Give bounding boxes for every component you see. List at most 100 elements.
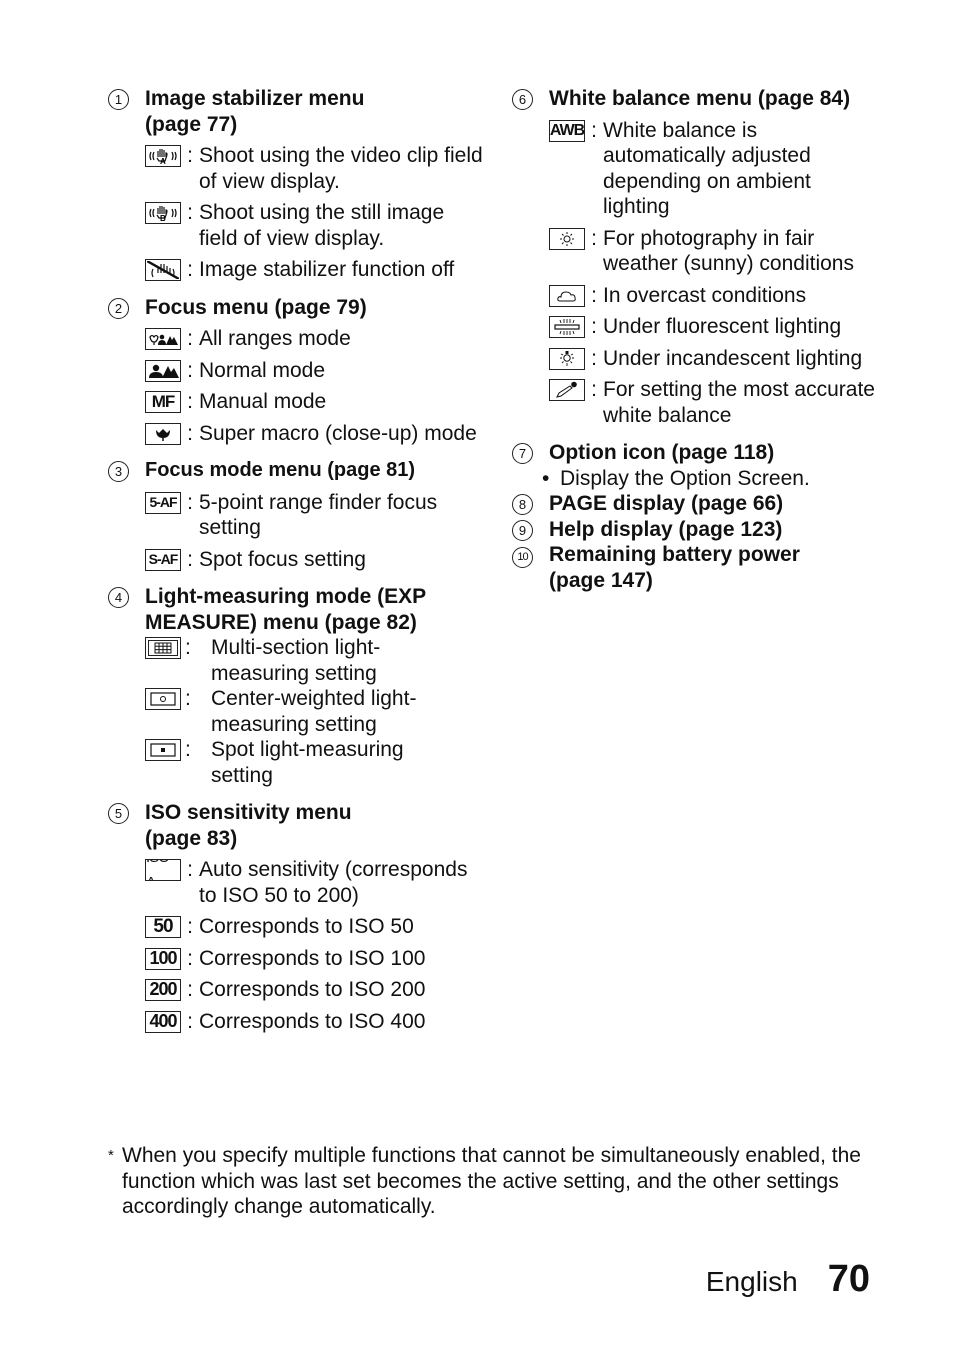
language-label: English bbox=[705, 1266, 798, 1297]
item-description: Corresponds to ISO 200 bbox=[199, 978, 426, 1001]
circled-number: 3 bbox=[108, 458, 145, 484]
list-item: : Normal mode bbox=[145, 358, 488, 384]
page-footer: English 70 bbox=[706, 1258, 870, 1301]
item-description: In overcast conditions bbox=[603, 283, 807, 307]
list-item: S-AF : Spot focus setting bbox=[145, 547, 488, 573]
circled-number: 6 bbox=[512, 86, 549, 112]
eyedropper-icon bbox=[549, 379, 585, 401]
section-title: Option icon (page 118) bbox=[549, 441, 775, 464]
section-battery-power: 10 Remaining battery power (page 147) bbox=[512, 542, 892, 593]
right-column: 6 White balance menu (page 84) AWB : Whi… bbox=[512, 86, 892, 593]
item-description: Corresponds to ISO 100 bbox=[199, 946, 426, 970]
list-item: A : Shoot using the video clip field of … bbox=[145, 143, 488, 194]
section-title: White balance menu (page 84) bbox=[549, 87, 851, 110]
circled-number: 4 bbox=[108, 584, 145, 610]
section-image-stabilizer: 1 Image stabilizer menu (page 77) A : Sh… bbox=[108, 86, 488, 283]
page-number: 70 bbox=[827, 1258, 870, 1300]
section-focus-mode-menu: 3 Focus mode menu (page 81) 5-AF : 5-poi… bbox=[108, 458, 488, 572]
manual-focus-icon: MF bbox=[145, 391, 181, 413]
all-ranges-icon bbox=[145, 328, 181, 350]
item-description: Auto sensitivity (corresponds to ISO 50 … bbox=[199, 858, 468, 907]
item-description: Image stabilizer function off bbox=[199, 258, 455, 281]
stabilizer-off-icon bbox=[145, 259, 181, 281]
super-macro-icon bbox=[145, 422, 181, 445]
list-item: : In overcast conditions bbox=[549, 283, 892, 309]
item-description: Spot light-measuring setting bbox=[211, 738, 404, 787]
item-description: For setting the most accurate white bala… bbox=[603, 378, 875, 427]
list-item: 200 : Corresponds to ISO 200 bbox=[145, 977, 488, 1003]
item-description: Corresponds to ISO 400 bbox=[199, 1009, 426, 1033]
section-focus-menu: 2 Focus menu (page 79) : All ranges mode… bbox=[108, 295, 488, 447]
iso-auto-icon: ISO-A bbox=[145, 859, 181, 881]
section-iso-sensitivity: 5 ISO sensitivity menu (page 83) ISO-A :… bbox=[108, 800, 488, 1034]
list-item: ISO-A : Auto sensitivity (corresponds to… bbox=[145, 857, 488, 908]
list-item: B : Shoot using the still image field of… bbox=[145, 200, 488, 251]
circled-number: 10 bbox=[512, 542, 549, 568]
section-title: ISO sensitivity menu (page 83) bbox=[145, 801, 352, 850]
circled-number: 1 bbox=[108, 86, 145, 112]
circled-number: 7 bbox=[512, 440, 549, 466]
awb-icon: AWB bbox=[549, 119, 585, 142]
item-description: Corresponds to ISO 50 bbox=[199, 915, 414, 938]
normal-mode-icon bbox=[145, 359, 181, 382]
bullet-item: • Display the Option Screen. bbox=[542, 466, 810, 490]
list-item: : Spot light-measuring setting bbox=[145, 737, 488, 788]
circled-number: 2 bbox=[108, 295, 145, 321]
list-item: : For photography in fair weather (sunny… bbox=[549, 226, 892, 277]
item-description: Normal mode bbox=[199, 358, 326, 382]
item-description: Shoot using the video clip field of view… bbox=[199, 144, 483, 193]
spot-metering-icon bbox=[145, 739, 181, 761]
list-item: 50 : Corresponds to ISO 50 bbox=[145, 914, 488, 940]
item-description: Multi-section light-measuring setting bbox=[211, 636, 381, 685]
iso-400-icon: 400 bbox=[145, 1010, 181, 1033]
list-item: : Under incandescent lighting bbox=[549, 346, 892, 372]
iso-200-icon: 200 bbox=[145, 979, 181, 1001]
item-description: All ranges mode bbox=[199, 327, 351, 350]
list-item: 400 : Corresponds to ISO 400 bbox=[145, 1009, 488, 1035]
list-item: : Under fluorescent lighting bbox=[549, 314, 892, 340]
section-title: PAGE display (page 66) bbox=[549, 492, 784, 515]
multi-section-metering-icon bbox=[145, 637, 181, 659]
list-item: MF : Manual mode bbox=[145, 389, 488, 415]
section-title: Remaining battery power (page 147) bbox=[549, 543, 800, 592]
list-item: : Image stabilizer function off bbox=[145, 257, 488, 283]
section-light-measuring: 4 Light-measuring mode (EXP MEASURE) men… bbox=[108, 584, 488, 788]
bullet-text: Display the Option Screen. bbox=[560, 466, 810, 490]
cloudy-icon bbox=[549, 284, 585, 307]
circled-number: 8 bbox=[512, 491, 549, 517]
section-page-display: 8 PAGE display (page 66) bbox=[512, 491, 892, 517]
footnote-marker: * bbox=[108, 1147, 114, 1164]
list-item: : For setting the most accurate white ba… bbox=[549, 377, 892, 428]
section-title: Help display (page 123) bbox=[549, 517, 783, 541]
sunny-icon bbox=[549, 227, 585, 250]
item-description: Under incandescent lighting bbox=[603, 346, 863, 370]
iso-50-icon: 50 bbox=[145, 916, 181, 938]
center-weighted-metering-icon bbox=[145, 688, 181, 710]
list-item: AWB : White balance is automatically adj… bbox=[549, 118, 892, 220]
left-column: 1 Image stabilizer menu (page 77) A : Sh… bbox=[108, 86, 488, 1046]
item-description: Under fluorescent lighting bbox=[603, 315, 842, 338]
list-item: 100 : Corresponds to ISO 100 bbox=[145, 946, 488, 972]
stabilizer-b-icon: B bbox=[145, 202, 181, 224]
item-description: Center-weighted light-measuring setting bbox=[211, 687, 417, 736]
spot-af-icon: S-AF bbox=[145, 548, 181, 571]
fluorescent-icon bbox=[549, 316, 585, 338]
item-description: Manual mode bbox=[199, 390, 327, 413]
list-item: : All ranges mode bbox=[145, 326, 488, 352]
five-point-af-icon: 5-AF bbox=[145, 491, 181, 514]
incandescent-icon bbox=[549, 347, 585, 370]
list-item: : Center-weighted light-measuring settin… bbox=[145, 686, 488, 737]
item-description: 5-point range finder focus setting bbox=[199, 490, 438, 540]
section-title: Focus menu (page 79) bbox=[145, 295, 367, 319]
stabilizer-a-icon: A bbox=[145, 145, 181, 167]
item-description: Shoot using the still image field of vie… bbox=[199, 201, 445, 250]
footnote-text: When you specify multiple functions that… bbox=[122, 1144, 861, 1218]
section-help-display: 9 Help display (page 123) bbox=[512, 517, 892, 543]
section-white-balance: 6 White balance menu (page 84) AWB : Whi… bbox=[512, 86, 892, 428]
iso-100-icon: 100 bbox=[145, 947, 181, 970]
section-title: Focus mode menu (page 81) bbox=[145, 459, 416, 481]
list-item: : Multi-section light-measuring setting bbox=[145, 635, 488, 686]
item-description: Spot focus setting bbox=[199, 547, 366, 571]
list-item: : Super macro (close-up) mode bbox=[145, 421, 488, 447]
item-description: White balance is automatically adjusted … bbox=[603, 118, 811, 219]
